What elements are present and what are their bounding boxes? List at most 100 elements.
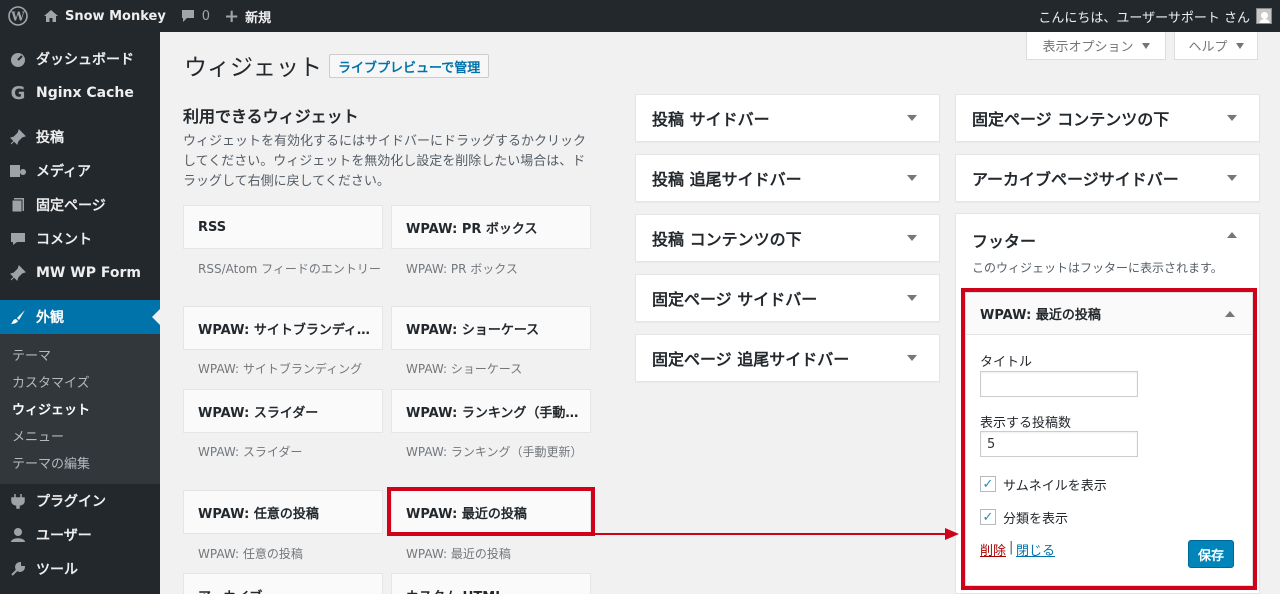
- comments-link[interactable]: 0: [173, 0, 217, 32]
- caret-down-icon: [1141, 42, 1150, 49]
- sidebar-area-page-sticky-sidebar[interactable]: 固定ページ 追尾サイドバー: [635, 334, 940, 382]
- widget-site-branding[interactable]: WPAW: サイトブランディ…: [183, 306, 383, 350]
- menu-label: MW WP Form: [36, 265, 141, 281]
- menu-item-nginx-cache[interactable]: G Nginx Cache: [0, 76, 160, 110]
- widget-showcase[interactable]: WPAW: ショーケース: [391, 306, 591, 350]
- widget-title: WPAW: ショーケース: [406, 322, 540, 338]
- menu-item-comments[interactable]: コメント: [0, 222, 160, 256]
- toggle-arrow-icon[interactable]: [907, 235, 917, 241]
- show-thumbnail-label: サムネイルを表示: [1003, 479, 1107, 494]
- sidebar-title: 投稿 サイドバー: [652, 110, 770, 129]
- menu-item-media[interactable]: メディア: [0, 154, 160, 188]
- sidebar-area-page-sidebar[interactable]: 固定ページ サイドバー: [635, 274, 940, 322]
- pin-icon: [8, 263, 28, 283]
- user-icon: [8, 525, 28, 545]
- toggle-arrow-icon[interactable]: [1227, 175, 1237, 181]
- save-button[interactable]: 保存: [1188, 540, 1234, 568]
- widget-ranking[interactable]: WPAW: ランキング（手動…: [391, 389, 591, 433]
- submenu-customize[interactable]: カスタマイズ: [0, 368, 160, 395]
- link-separator: |: [1009, 540, 1014, 555]
- toggle-arrow-icon[interactable]: [907, 115, 917, 121]
- sidebar-title: 投稿 コンテンツの下: [652, 230, 802, 249]
- nginx-icon: G: [10, 82, 26, 104]
- sidebar-area-post-sticky-sidebar[interactable]: 投稿 追尾サイドバー: [635, 154, 940, 202]
- post-count-input[interactable]: 5: [980, 431, 1138, 457]
- new-content-link[interactable]: + 新規: [217, 0, 278, 32]
- sidebar-area-archive-sidebar[interactable]: アーカイブページサイドバー: [955, 154, 1260, 202]
- menu-label: ユーザー: [36, 528, 92, 544]
- widget-title: RSS: [198, 219, 227, 235]
- submenu-menus[interactable]: メニュー: [0, 422, 160, 449]
- post-count-label: 表示する投稿数: [980, 416, 1072, 431]
- toggle-arrow-icon[interactable]: [907, 295, 917, 301]
- menu-item-appearance[interactable]: 外観: [0, 300, 160, 334]
- plus-icon: +: [224, 5, 240, 27]
- brush-icon: [8, 307, 28, 327]
- sidebar-area-post-below-contents[interactable]: 投稿 コンテンツの下: [635, 214, 940, 262]
- menu-item-mw-wp-form[interactable]: MW WP Form: [0, 256, 160, 290]
- sidebar-area-post-sidebar[interactable]: 投稿 サイドバー: [635, 94, 940, 142]
- menu-item-tools[interactable]: ツール: [0, 552, 160, 586]
- sidebar-area-page-below-contents[interactable]: 固定ページ コンテンツの下: [955, 94, 1260, 142]
- delete-link[interactable]: 削除: [980, 540, 1006, 559]
- sidebar-title: アーカイブページサイドバー: [972, 170, 1179, 189]
- check-icon: ✓: [982, 476, 994, 492]
- widget-title: WPAW: ランキング（手動…: [406, 405, 579, 421]
- widget-description: WPAW: 任意の投稿: [198, 547, 303, 561]
- wordpress-logo-icon[interactable]: W: [0, 0, 36, 32]
- avatar: [1256, 8, 1272, 24]
- menu-label: ダッシュボード: [36, 52, 134, 68]
- menu-label: 外観: [36, 310, 64, 326]
- widget-rss[interactable]: RSS: [183, 205, 383, 249]
- appearance-submenu: テーマ カスタマイズ ウィジェット メニュー テーマの編集: [0, 334, 160, 484]
- widget-title: WPAW: PR ボックス: [406, 221, 538, 237]
- widget-description: RSS/Atom フィードのエントリー: [198, 262, 381, 276]
- widget-description: WPAW: ランキング（手動更新）: [406, 445, 583, 459]
- toggle-arrow-icon[interactable]: [1227, 115, 1237, 121]
- menu-item-dashboard[interactable]: ダッシュボード: [0, 42, 160, 76]
- menu-item-pages[interactable]: 固定ページ: [0, 188, 160, 222]
- widget-description: WPAW: スライダー: [198, 445, 303, 459]
- title-input[interactable]: [980, 371, 1138, 397]
- page-icon: [8, 195, 28, 215]
- widget-description: WPAW: サイトブランディング: [198, 362, 363, 376]
- close-link[interactable]: 閉じる: [1016, 540, 1055, 559]
- widget-custom-html[interactable]: カスタム HTML: [391, 573, 591, 594]
- sidebar-title: 投稿 追尾サイドバー: [652, 170, 802, 189]
- show-thumbnail-checkbox[interactable]: ✓: [980, 476, 996, 492]
- available-widgets-title: 利用できるウィジェット: [183, 107, 359, 126]
- widget-any-post[interactable]: WPAW: 任意の投稿: [183, 490, 383, 534]
- widget-archives[interactable]: アーカイブ: [183, 573, 383, 594]
- live-preview-button[interactable]: ライブプレビューで管理: [329, 54, 490, 78]
- footer-title[interactable]: フッター: [972, 228, 1036, 252]
- widget-form-header[interactable]: WPAW: 最近の投稿: [966, 293, 1252, 335]
- connector-arrow: [595, 528, 959, 540]
- widget-slider[interactable]: WPAW: スライダー: [183, 389, 383, 433]
- widget-description: WPAW: ショーケース: [406, 362, 523, 376]
- pin-icon: [8, 127, 28, 147]
- toggle-arrow-icon[interactable]: [907, 355, 917, 361]
- site-name-link[interactable]: Snow Monkey: [36, 0, 173, 32]
- widget-pr-box[interactable]: WPAW: PR ボックス: [391, 205, 591, 249]
- title-label: タイトル: [980, 355, 1033, 370]
- sidebar-title: 固定ページ コンテンツの下: [972, 110, 1170, 129]
- wrench-icon: [8, 559, 28, 579]
- submenu-themes[interactable]: テーマ: [0, 341, 160, 368]
- show-category-checkbox[interactable]: ✓: [980, 509, 996, 525]
- page-title: ウィジェット: [184, 55, 322, 81]
- submenu-widgets[interactable]: ウィジェット: [0, 395, 160, 422]
- widget-title: WPAW: サイトブランディ…: [198, 322, 370, 338]
- widget-title: カスタム HTML: [406, 586, 504, 594]
- my-account-link[interactable]: こんにちは、ユーザーサポート さん: [1031, 0, 1280, 32]
- screen-options-button[interactable]: 表示オプション: [1026, 32, 1166, 60]
- menu-item-posts[interactable]: 投稿: [0, 120, 160, 154]
- help-button[interactable]: ヘルプ: [1174, 32, 1258, 60]
- check-icon: ✓: [982, 509, 994, 525]
- toggle-arrow-icon[interactable]: [907, 175, 917, 181]
- toggle-arrow-up-icon[interactable]: [1227, 232, 1237, 238]
- footer-description: このウィジェットはフッターに表示されます。: [972, 261, 1223, 275]
- toggle-arrow-up-icon[interactable]: [1225, 311, 1235, 317]
- menu-item-plugins[interactable]: プラグイン: [0, 484, 160, 518]
- menu-item-users[interactable]: ユーザー: [0, 518, 160, 552]
- submenu-theme-editor[interactable]: テーマの編集: [0, 449, 160, 476]
